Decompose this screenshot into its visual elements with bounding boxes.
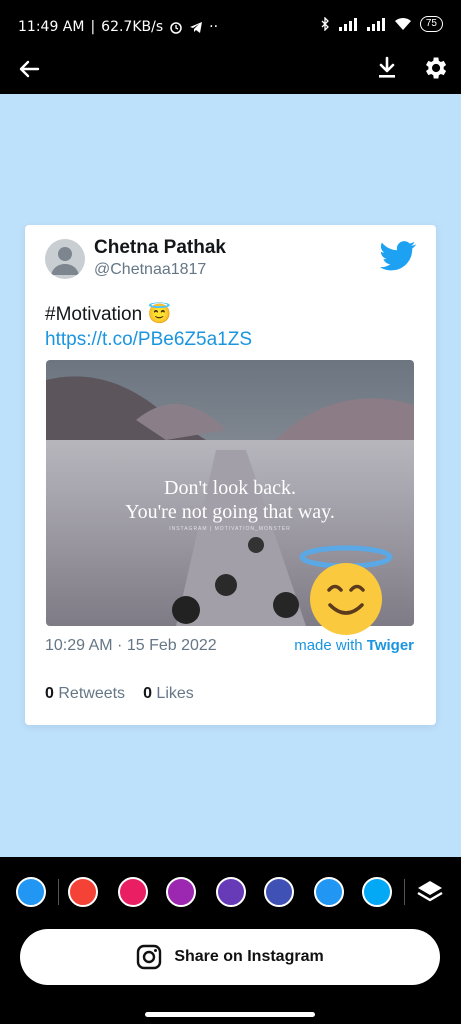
default-avatar-icon bbox=[51, 247, 79, 275]
color-swatch[interactable] bbox=[68, 877, 98, 907]
image-quote-line-1: Don't look back. bbox=[164, 477, 296, 499]
preview-canvas: Chetna Pathak @Chetnaa1817 #Motivation 😇… bbox=[0, 94, 461, 857]
telegram-icon bbox=[190, 22, 203, 33]
likes-stat: 0 Likes bbox=[143, 685, 194, 702]
palette-divider bbox=[404, 879, 405, 905]
retweets-stat: 0 Retweets bbox=[45, 685, 126, 702]
color-palette bbox=[0, 857, 461, 929]
color-swatch[interactable] bbox=[216, 877, 246, 907]
twitter-bird-icon bbox=[380, 241, 416, 271]
color-swatch[interactable] bbox=[362, 877, 392, 907]
wifi-icon bbox=[394, 17, 411, 30]
tweet-user-name: Chetna Pathak bbox=[94, 237, 226, 258]
signal-icon-2 bbox=[366, 18, 385, 31]
share-instagram-button[interactable]: Share on Instagram bbox=[20, 929, 440, 985]
color-swatch[interactable] bbox=[118, 877, 148, 907]
angel-emoji-sticker[interactable] bbox=[297, 545, 395, 635]
status-net-speed: 62.7KB/s bbox=[101, 19, 164, 35]
signal-icon bbox=[338, 18, 357, 31]
tweet-link[interactable]: https://t.co/PBe6Z5a1ZS bbox=[45, 329, 252, 351]
tweet-card[interactable]: Chetna Pathak @Chetnaa1817 #Motivation 😇… bbox=[25, 225, 436, 725]
image-credit: INSTAGRAM | MOTIVATION_MONSTER bbox=[169, 526, 291, 532]
status-right: 75 bbox=[320, 16, 443, 32]
share-instagram-label: Share on Instagram bbox=[174, 948, 324, 965]
image-quote-line-2: You're not going that way. bbox=[125, 501, 335, 523]
alarm-icon bbox=[170, 22, 182, 34]
battery-indicator: 75 bbox=[419, 16, 443, 32]
made-with-brand: Twiger bbox=[366, 637, 414, 654]
color-swatch-selected[interactable] bbox=[16, 877, 46, 907]
bottom-area: Share on Instagram bbox=[0, 929, 461, 1024]
color-swatch[interactable] bbox=[166, 877, 196, 907]
palette-divider bbox=[58, 879, 59, 905]
instagram-icon bbox=[137, 944, 162, 970]
back-arrow-icon[interactable] bbox=[16, 56, 42, 82]
layers-icon[interactable] bbox=[415, 877, 445, 907]
download-icon[interactable] bbox=[373, 54, 401, 82]
tweet-user-handle: @Chetnaa1817 bbox=[94, 261, 207, 278]
status-bar: 11:49 AM | 62.7KB/s ·· 75 bbox=[0, 0, 461, 44]
more-notifications-icon: ·· bbox=[209, 19, 219, 35]
tweet-timestamp: 10:29 AM · 15 Feb 2022 bbox=[45, 637, 217, 654]
home-indicator[interactable] bbox=[145, 1012, 315, 1017]
made-with-label: made with Twiger bbox=[294, 637, 414, 654]
gear-icon[interactable] bbox=[421, 54, 449, 82]
status-time: 11:49 AM bbox=[18, 19, 85, 35]
app-bar bbox=[0, 44, 461, 94]
color-swatch[interactable] bbox=[264, 877, 294, 907]
bluetooth-icon bbox=[321, 17, 329, 31]
color-swatch[interactable] bbox=[314, 877, 344, 907]
avatar bbox=[45, 239, 85, 279]
tweet-text: #Motivation 😇 bbox=[45, 304, 172, 325]
status-left: 11:49 AM | 62.7KB/s ·· bbox=[18, 19, 219, 35]
tweet-stats: 0 Retweets 0 Likes bbox=[45, 685, 194, 703]
